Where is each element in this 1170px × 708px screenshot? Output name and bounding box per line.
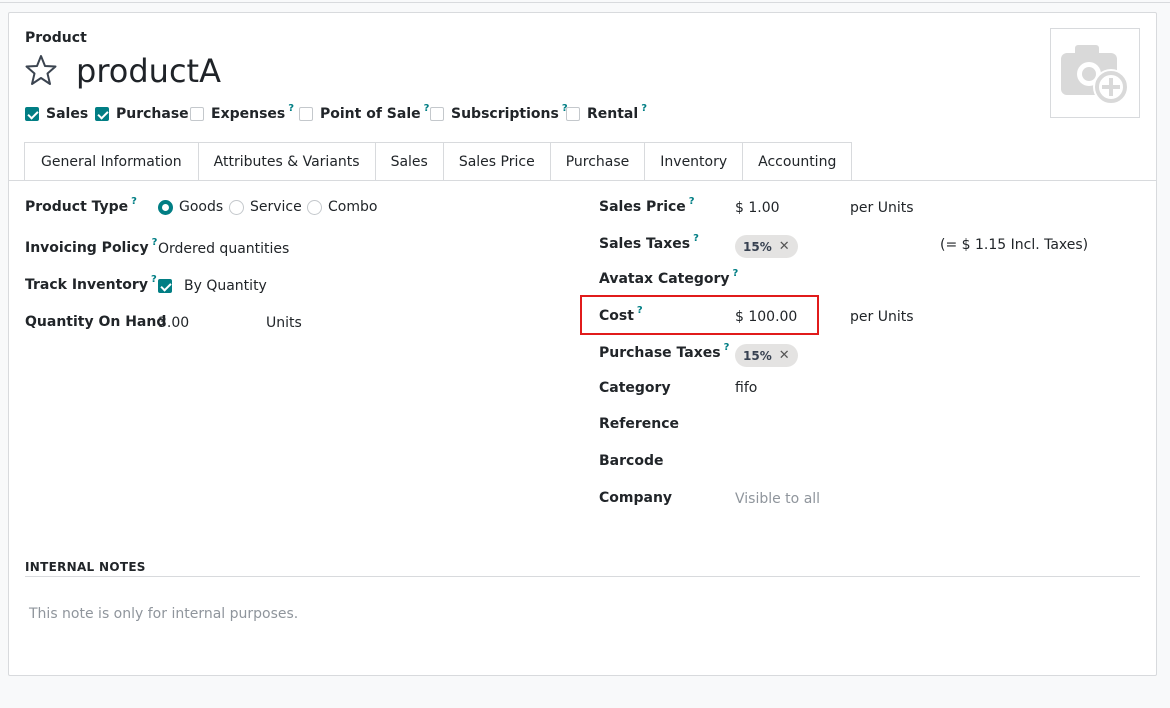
product-name[interactable]: productA (76, 52, 221, 90)
star-icon[interactable] (25, 54, 57, 86)
help-tooltip-icon[interactable]: ? (424, 103, 430, 114)
notes-divider (25, 576, 1140, 577)
reference-label: Reference (599, 416, 680, 432)
purchase-checkbox[interactable] (95, 107, 109, 121)
combo-radio-label: Combo (328, 199, 378, 215)
tab-purchase[interactable]: Purchase (550, 142, 646, 181)
sales-option-label: Sales (46, 106, 89, 122)
combo-radio[interactable] (307, 200, 322, 215)
tab-general-information[interactable]: General Information (24, 142, 199, 181)
help-tooltip-icon[interactable]: ? (733, 268, 739, 279)
subscriptions-option-label: Subscriptions? (451, 103, 568, 122)
tab-attributes-variants[interactable]: Attributes & Variants (198, 142, 376, 181)
company-input[interactable]: Visible to all (735, 491, 820, 507)
internal-notes-field[interactable]: This note is only for internal purposes. (29, 606, 298, 622)
remove-tag-icon[interactable]: ✕ (779, 239, 790, 254)
incl-taxes-text: (= $ 1.15 Incl. Taxes) (940, 237, 1089, 253)
goods-radio[interactable] (158, 200, 173, 215)
sales-taxes-label: Sales Taxes? (599, 233, 699, 252)
sales-tax-tag: 15% ✕ (735, 235, 798, 258)
sales-price-label: Sales Price? (599, 196, 695, 215)
track-inventory-checkbox[interactable] (158, 279, 172, 293)
goods-radio-label: Goods (179, 199, 224, 215)
rental-checkbox[interactable] (566, 107, 580, 121)
model-label: Product (25, 30, 87, 46)
help-tooltip-icon[interactable]: ? (288, 103, 294, 114)
remove-tag-icon[interactable]: ✕ (779, 348, 790, 363)
service-radio[interactable] (229, 200, 244, 215)
company-label: Company (599, 490, 673, 506)
help-tooltip-icon[interactable]: ? (131, 196, 137, 207)
product-type-label: Product Type? (25, 196, 137, 215)
pos-checkbox[interactable] (299, 107, 313, 121)
help-tooltip-icon[interactable]: ? (152, 237, 158, 248)
pos-option-label: Point of Sale? (320, 103, 430, 122)
tax-tag-label: 15% (743, 239, 772, 254)
cost-unit: per Units (850, 309, 914, 325)
sales-checkbox[interactable] (25, 107, 39, 121)
track-inventory-label: Track Inventory? (25, 274, 157, 293)
subscriptions-checkbox[interactable] (430, 107, 444, 121)
tracking-select[interactable]: By Quantity (184, 278, 267, 294)
barcode-input[interactable] (735, 451, 1035, 473)
invoicing-policy-label: Invoicing Policy? (25, 237, 158, 256)
invoicing-policy-select[interactable]: Ordered quantities (158, 241, 289, 257)
barcode-label: Barcode (599, 453, 664, 469)
product-image[interactable] (1050, 28, 1140, 118)
purchase-tax-tag: 15% ✕ (735, 344, 798, 367)
rental-option-label: Rental? (587, 103, 647, 122)
notebook-tabs: General Information Attributes & Variant… (24, 142, 853, 181)
sales-price-unit: per Units (850, 200, 914, 216)
category-label: Category (599, 380, 671, 396)
tab-sales[interactable]: Sales (375, 142, 444, 181)
tabs-divider (9, 180, 1156, 181)
avatax-category-label: Avatax Category? (599, 268, 739, 287)
sales-price-input[interactable]: $ 1.00 (735, 200, 780, 216)
expenses-checkbox[interactable] (190, 107, 204, 121)
cost-highlight-box (580, 295, 819, 335)
tax-tag-label: 15% (743, 348, 772, 363)
quantity-unit: Units (266, 315, 302, 331)
purchase-option-label: Purchase (116, 106, 189, 122)
top-divider (0, 2, 1170, 3)
quantity-on-hand-value[interactable]: 3.00 (158, 315, 189, 331)
tab-inventory[interactable]: Inventory (645, 142, 744, 181)
reference-input[interactable] (735, 414, 1035, 436)
expenses-option-label: Expenses? (211, 103, 295, 122)
help-tooltip-icon[interactable]: ? (689, 196, 695, 207)
help-tooltip-icon[interactable]: ? (151, 274, 157, 285)
help-tooltip-icon[interactable]: ? (693, 233, 699, 244)
tab-sales-price[interactable]: Sales Price (443, 142, 551, 181)
help-tooltip-icon[interactable]: ? (724, 342, 730, 353)
purchase-taxes-label: Purchase Taxes? (599, 342, 730, 361)
help-tooltip-icon[interactable]: ? (641, 103, 647, 114)
service-radio-label: Service (250, 199, 302, 215)
camera-add-icon (1061, 45, 1129, 105)
internal-notes-heading: INTERNAL NOTES (25, 560, 146, 574)
quantity-on-hand-label: Quantity On Hand (25, 314, 167, 330)
tab-accounting[interactable]: Accounting (743, 142, 853, 181)
category-input[interactable]: fifo (735, 380, 757, 396)
